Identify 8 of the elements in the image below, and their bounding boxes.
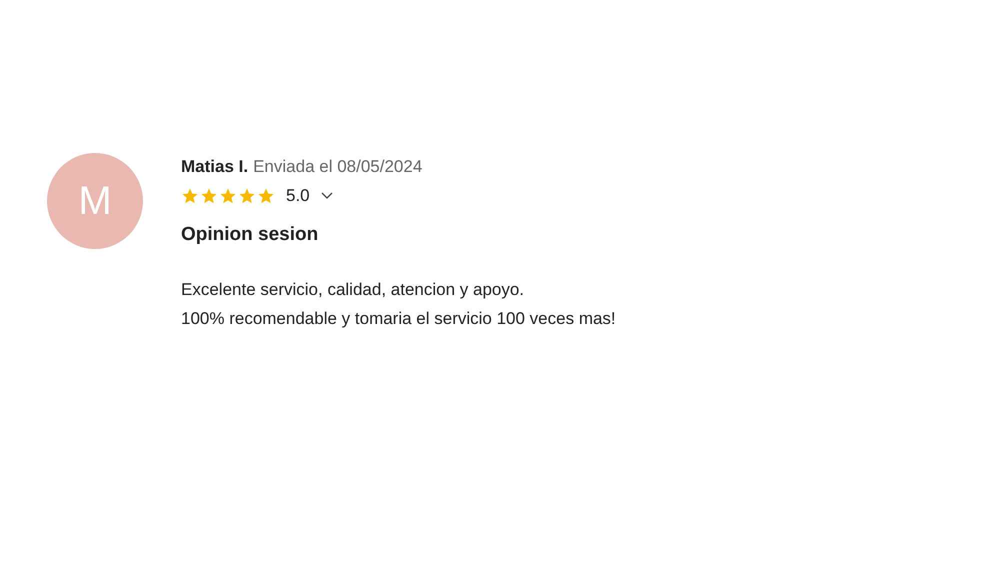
review-text: 100% recomendable y tomaria el servicio 100 veces mas! (181, 308, 616, 330)
review-text: Excelente servicio, calidad, atencion y apoyo. (181, 279, 526, 301)
avatar: M (47, 153, 143, 249)
review-title: Opinion sesion (181, 224, 320, 246)
sent-date: Enviada el 08/05/2024 (253, 157, 422, 177)
chevron-down-icon[interactable] (320, 192, 333, 200)
rating-value: 5.0 (286, 186, 310, 206)
author-name: Matias I. (181, 157, 248, 177)
